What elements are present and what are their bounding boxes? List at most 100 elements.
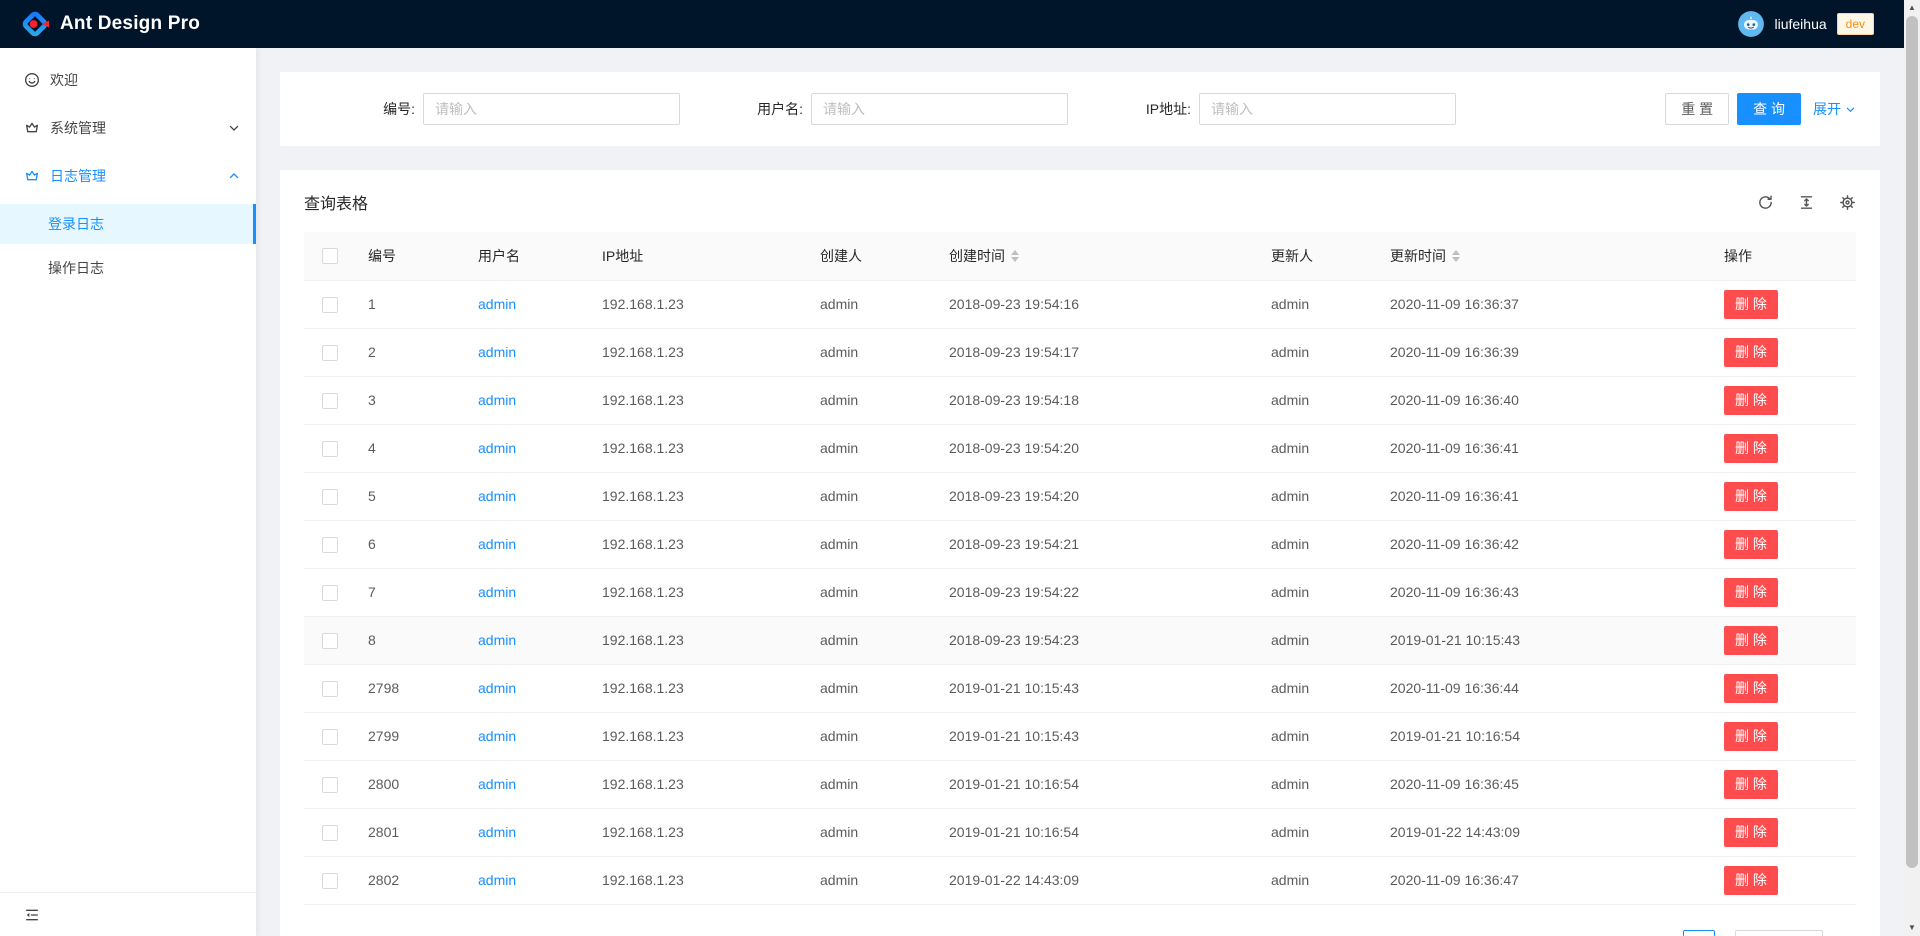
username-link[interactable]: admin (478, 824, 516, 840)
delete-button[interactable]: 删 除 (1724, 530, 1778, 559)
query-button[interactable]: 查 询 (1737, 93, 1801, 125)
cell-created-time: 2018-09-23 19:54:16 (933, 280, 1255, 328)
column-header-ip[interactable]: IP地址 (586, 232, 804, 280)
ip-field-input[interactable] (1199, 93, 1456, 125)
sidebar-item-log-management[interactable]: 日志管理 (0, 156, 256, 196)
username-link[interactable]: admin (478, 344, 516, 360)
cell-id: 2802 (352, 856, 462, 904)
delete-button[interactable]: 删 除 (1724, 386, 1778, 415)
chevron-down-icon (1845, 104, 1856, 115)
column-header-username[interactable]: 用户名 (462, 232, 586, 280)
crown-icon (24, 120, 40, 136)
chevron-down-icon (228, 122, 240, 134)
search-form-card: 编号: 用户名: IP地址: 重 置 查 询 展开 (280, 72, 1880, 146)
sidebar-item-system-management[interactable]: 系统管理 (0, 108, 256, 148)
expand-toggle[interactable]: 展开 (1813, 99, 1856, 119)
delete-button[interactable]: 删 除 (1724, 818, 1778, 847)
column-header-updater[interactable]: 更新人 (1255, 232, 1374, 280)
sorter-icon[interactable] (1452, 250, 1460, 262)
column-height-icon[interactable] (1798, 194, 1815, 211)
pagination-page-size-select[interactable] (1735, 930, 1823, 936)
cell-id: 2800 (352, 760, 462, 808)
cell-creator: admin (804, 376, 933, 424)
cell-id: 6 (352, 520, 462, 568)
user-avatar[interactable] (1738, 11, 1764, 37)
row-checkbox[interactable] (322, 345, 338, 361)
username-link[interactable]: admin (478, 296, 516, 312)
row-checkbox[interactable] (322, 489, 338, 505)
sidebar: 欢迎 系统管理 日志管理 (0, 48, 256, 936)
cell-created-time: 2019-01-21 10:16:54 (933, 808, 1255, 856)
top-header: Ant Design Pro liufeihua dev (0, 0, 1920, 48)
cell-ip: 192.168.1.23 (586, 280, 804, 328)
scroll-down-arrow[interactable]: ▼ (1904, 920, 1920, 936)
username-link[interactable]: admin (478, 488, 516, 504)
delete-button[interactable]: 删 除 (1724, 434, 1778, 463)
cell-ip: 192.168.1.23 (586, 424, 804, 472)
menu-fold-icon[interactable] (24, 907, 40, 923)
cell-updater: admin (1255, 520, 1374, 568)
smile-icon (24, 72, 40, 88)
row-checkbox[interactable] (322, 441, 338, 457)
cell-creator: admin (804, 280, 933, 328)
column-header-updated-time[interactable]: 更新时间 (1374, 232, 1708, 280)
username-link[interactable]: admin (478, 632, 516, 648)
user-name[interactable]: liufeihua (1774, 16, 1826, 32)
row-checkbox[interactable] (322, 825, 338, 841)
table-row: 4 admin 192.168.1.23 admin 2018-09-23 19… (304, 424, 1856, 472)
username-link[interactable]: admin (478, 872, 516, 888)
row-checkbox[interactable] (322, 297, 338, 313)
username-field-input[interactable] (811, 93, 1068, 125)
column-header-created-time[interactable]: 创建时间 (933, 232, 1255, 280)
row-checkbox[interactable] (322, 585, 338, 601)
cell-updater: admin (1255, 472, 1374, 520)
scrollbar-thumb[interactable] (1906, 16, 1918, 868)
sidebar-item-login-log[interactable]: 登录日志 (0, 204, 256, 244)
reload-icon[interactable] (1757, 194, 1774, 211)
table-row: 2801 admin 192.168.1.23 admin 2019-01-21… (304, 808, 1856, 856)
row-checkbox[interactable] (322, 681, 338, 697)
row-checkbox[interactable] (322, 633, 338, 649)
username-link[interactable]: admin (478, 584, 516, 600)
reset-button[interactable]: 重 置 (1665, 93, 1729, 125)
delete-button[interactable]: 删 除 (1724, 338, 1778, 367)
delete-button[interactable]: 删 除 (1724, 626, 1778, 655)
sorter-icon[interactable] (1011, 250, 1019, 262)
pagination-page-1[interactable] (1683, 930, 1715, 936)
select-all-checkbox[interactable] (322, 248, 338, 264)
table-row: 8 admin 192.168.1.23 admin 2018-09-23 19… (304, 616, 1856, 664)
username-link[interactable]: admin (478, 680, 516, 696)
sidebar-item-welcome[interactable]: 欢迎 (0, 60, 256, 100)
scroll-up-arrow[interactable]: ▲ (1904, 0, 1920, 16)
delete-button[interactable]: 删 除 (1724, 482, 1778, 511)
username-link[interactable]: admin (478, 728, 516, 744)
row-checkbox[interactable] (322, 537, 338, 553)
vertical-scrollbar[interactable]: ▲ ▼ (1904, 0, 1920, 936)
delete-button[interactable]: 删 除 (1724, 722, 1778, 751)
cell-ip: 192.168.1.23 (586, 808, 804, 856)
cell-updated-time: 2020-11-09 16:36:44 (1374, 664, 1708, 712)
row-checkbox[interactable] (322, 777, 338, 793)
delete-button[interactable]: 删 除 (1724, 290, 1778, 319)
id-field-input[interactable] (423, 93, 680, 125)
username-link[interactable]: admin (478, 392, 516, 408)
cell-creator: admin (804, 760, 933, 808)
column-header-actions: 操作 (1708, 232, 1856, 280)
column-header-id[interactable]: 编号 (352, 232, 462, 280)
delete-button[interactable]: 删 除 (1724, 674, 1778, 703)
cell-created-time: 2018-09-23 19:54:22 (933, 568, 1255, 616)
delete-button[interactable]: 删 除 (1724, 770, 1778, 799)
setting-icon[interactable] (1839, 194, 1856, 211)
row-checkbox[interactable] (322, 729, 338, 745)
logo-area[interactable]: Ant Design Pro (20, 9, 200, 39)
delete-button[interactable]: 删 除 (1724, 866, 1778, 895)
row-checkbox[interactable] (322, 873, 338, 889)
cell-updated-time: 2020-11-09 16:36:45 (1374, 760, 1708, 808)
delete-button[interactable]: 删 除 (1724, 578, 1778, 607)
row-checkbox[interactable] (322, 393, 338, 409)
sidebar-item-operation-log[interactable]: 操作日志 (0, 248, 256, 288)
username-link[interactable]: admin (478, 776, 516, 792)
column-header-creator[interactable]: 创建人 (804, 232, 933, 280)
username-link[interactable]: admin (478, 536, 516, 552)
username-link[interactable]: admin (478, 440, 516, 456)
